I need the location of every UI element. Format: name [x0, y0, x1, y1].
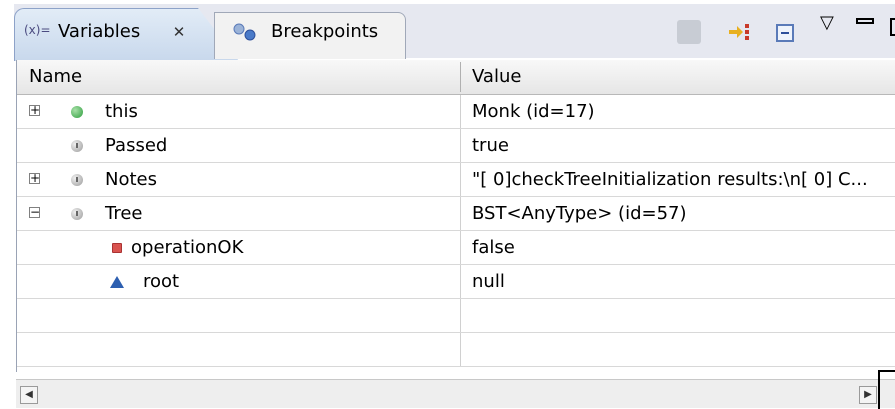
tab-breakpoints-label[interactable]: Breakpoints [271, 20, 378, 44]
column-divider [460, 333, 461, 366]
variables-icon: (x)= [24, 23, 51, 37]
column-divider [460, 299, 461, 332]
table-row[interactable]: + this Monk (id=17) [17, 95, 895, 129]
variable-value: false [472, 237, 515, 258]
collapse-icon[interactable]: − [29, 206, 40, 218]
column-divider [460, 163, 461, 196]
collapse-all-icon[interactable] [776, 24, 794, 42]
window-corner [878, 370, 895, 409]
tab-variables-label[interactable]: Variables [58, 20, 140, 44]
breakpoints-icon [233, 23, 256, 41]
table-row[interactable]: root null [17, 265, 895, 299]
tab-bar: (x)= Variables ✕ Breakpoints ▽ [14, 4, 895, 61]
table-row[interactable]: + Notes "[ 0]checkTreeInitialization res… [17, 163, 895, 197]
variable-value: "[ 0]checkTreeInitialization results:\n[… [472, 169, 868, 190]
variable-value: null [472, 271, 505, 292]
column-divider [460, 197, 461, 230]
variable-name: Passed [105, 135, 168, 156]
column-divider [460, 265, 461, 298]
variable-value: Monk (id=17) [472, 101, 595, 122]
private-field-icon [112, 243, 122, 253]
close-icon[interactable]: ✕ [171, 24, 187, 40]
table-rows: + this Monk (id=17) Passed true + Notes … [17, 95, 895, 367]
variables-view: (x)= Variables ✕ Breakpoints ▽ Name Valu… [14, 4, 895, 409]
variable-name: operationOK [131, 237, 244, 258]
field-icon [71, 174, 83, 186]
column-header-value[interactable]: Value [472, 60, 521, 94]
table-row[interactable]: operationOK false [17, 231, 895, 265]
minimize-icon[interactable] [856, 18, 874, 24]
column-divider[interactable] [460, 62, 461, 92]
show-type-names-icon[interactable] [677, 20, 701, 44]
scroll-right-icon[interactable]: ▶ [859, 386, 877, 404]
variable-name: Tree [105, 203, 143, 224]
show-logical-structure-icon[interactable] [727, 20, 751, 44]
column-header-name[interactable]: Name [29, 60, 82, 94]
variable-value: true [472, 135, 509, 156]
column-divider [460, 129, 461, 162]
maximize-icon[interactable] [890, 18, 895, 36]
table-row[interactable]: − Tree BST<AnyType> (id=57) [17, 197, 895, 231]
variable-name: Notes [105, 169, 157, 190]
protected-field-icon [110, 276, 124, 288]
field-icon [71, 208, 83, 220]
table-row [17, 333, 895, 367]
variable-value: BST<AnyType> (id=57) [472, 203, 687, 224]
table-row[interactable]: Passed true [17, 129, 895, 163]
column-divider [460, 231, 461, 264]
scroll-left-icon[interactable]: ◀ [20, 386, 38, 404]
expand-icon[interactable]: + [29, 104, 40, 116]
expand-icon[interactable]: + [29, 172, 40, 184]
view-menu-icon[interactable]: ▽ [820, 14, 844, 38]
column-divider [460, 95, 461, 128]
table-row [17, 299, 895, 333]
table-header: Name Value [17, 60, 895, 95]
variable-name: root [143, 271, 180, 292]
variables-table: Name Value + this Monk (id=17) Passed tr… [16, 60, 895, 372]
field-icon [71, 140, 83, 152]
horizontal-scrollbar[interactable]: ◀ ▶ [16, 379, 895, 408]
variable-name: this [105, 101, 138, 122]
local-variable-icon [71, 106, 83, 118]
